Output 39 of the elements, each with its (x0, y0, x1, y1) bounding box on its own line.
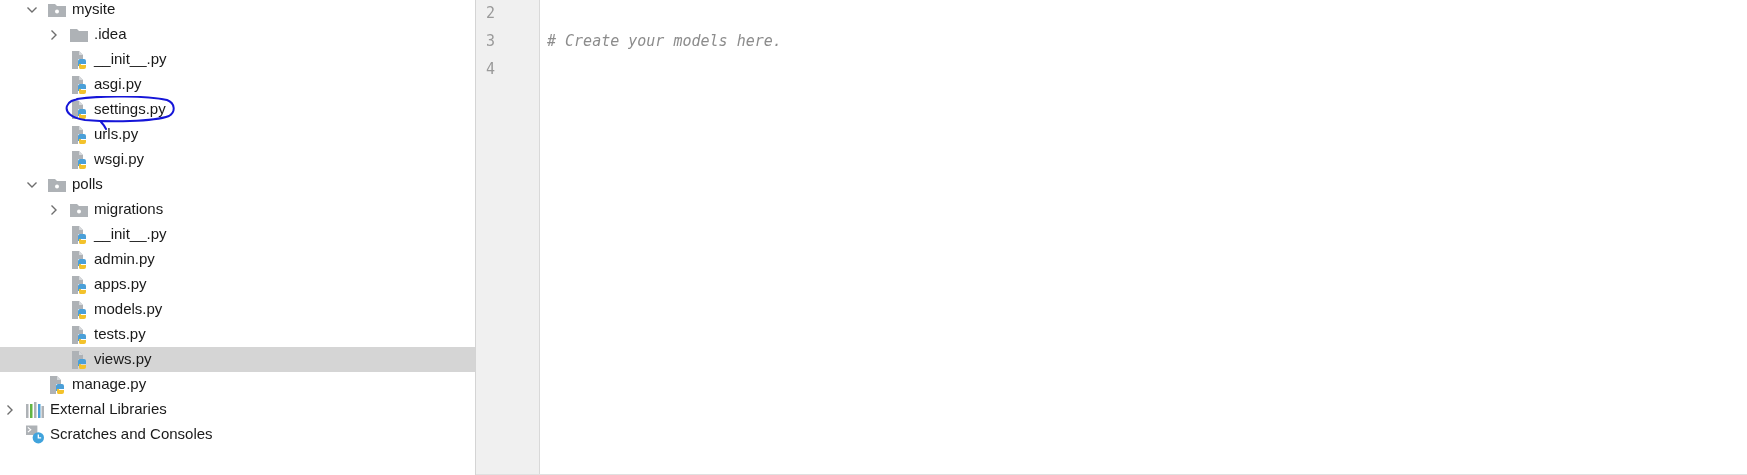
python-file-icon (70, 150, 88, 169)
library-bars-icon (26, 401, 44, 418)
tree-item[interactable]: .idea (0, 22, 475, 47)
python-file-icon (70, 325, 88, 344)
python-file-icon (70, 125, 88, 144)
tree-item[interactable]: mysite (0, 0, 475, 22)
tree-item[interactable]: urls.py (0, 122, 475, 147)
tree-item[interactable]: asgi.py (0, 72, 475, 97)
python-file-icon (70, 300, 88, 319)
line-number: 4 (486, 58, 496, 80)
python-file-icon (70, 100, 88, 119)
tree-item[interactable]: manage.py (0, 372, 475, 397)
tree-item[interactable]: External Libraries (0, 397, 475, 422)
tree-item[interactable]: wsgi.py (0, 147, 475, 172)
python-file-icon (70, 275, 88, 294)
python-file-icon (48, 375, 66, 394)
python-file-icon (70, 250, 88, 269)
tree-item[interactable]: settings.py (0, 97, 475, 122)
tree-item[interactable]: tests.py (0, 322, 475, 347)
package-folder-icon (48, 177, 66, 192)
terminal-clock-icon (26, 425, 44, 444)
tree-item[interactable]: views.py (0, 347, 475, 372)
python-file-icon (70, 350, 88, 369)
tree-item[interactable]: admin.py (0, 247, 475, 272)
python-file-icon (70, 75, 88, 94)
code-comment: # Create your models here. (547, 30, 782, 52)
python-file-icon (70, 50, 88, 69)
tree-item[interactable]: Scratches and Consoles (0, 422, 475, 447)
tree-item[interactable]: models.py (0, 297, 475, 322)
package-folder-icon (70, 202, 88, 217)
tree-item[interactable]: migrations (0, 197, 475, 222)
tree-item[interactable]: polls (0, 172, 475, 197)
python-file-icon (70, 225, 88, 244)
folder-icon (70, 27, 88, 42)
line-number: 2 (486, 2, 496, 24)
tree-item[interactable]: __init__.py (0, 47, 475, 72)
tree-item[interactable]: apps.py (0, 272, 475, 297)
tree-item[interactable]: __init__.py (0, 222, 475, 247)
line-number: 3 (486, 30, 496, 52)
